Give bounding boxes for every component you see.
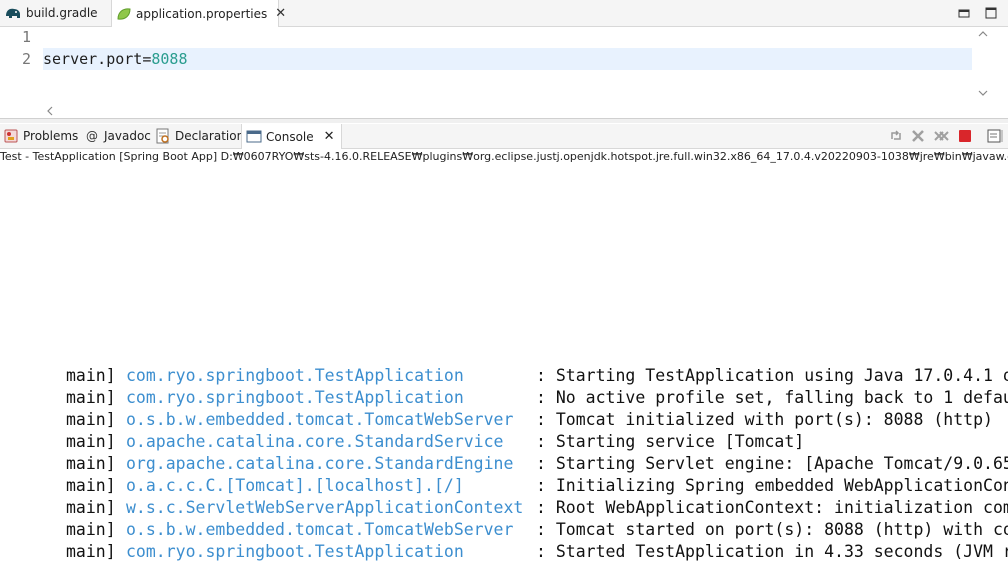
log-row: main] w.s.c.ServletWebServerApplicationCo… — [66, 497, 1008, 519]
tab-label: application.properties — [136, 6, 268, 21]
log-thread: main] — [66, 476, 116, 495]
log-message: : Root WebApplicationContext: initializa… — [536, 498, 1008, 517]
minimize-icon[interactable] — [958, 4, 970, 18]
log-thread: main] — [66, 366, 116, 385]
log-message: : Starting TestApplication using Java 17… — [536, 366, 1008, 385]
log-logger[interactable]: o.s.b.w.embedded.tomcat.TomcatWebServer — [126, 409, 513, 431]
remove-launch-icon[interactable] — [910, 128, 926, 144]
log-message: : Started TestApplication in 4.33 second… — [536, 542, 1008, 561]
log-logger[interactable]: com.ryo.springboot.TestApplication — [126, 365, 464, 387]
remove-all-launches-icon[interactable] — [933, 128, 949, 144]
close-tab-icon[interactable]: ✕ — [275, 6, 286, 21]
console-icon — [246, 129, 262, 145]
log-thread: main] — [66, 432, 116, 451]
tab-label: Problems — [23, 129, 79, 143]
line-number: 1 — [22, 28, 32, 46]
tab-label: Console — [266, 129, 314, 144]
log-message: : Initializing Spring embedded WebApplic… — [536, 476, 1008, 495]
log-row: main] o.s.b.w.embedded.tomcat.TomcatWebSe… — [66, 519, 1008, 541]
log-logger[interactable]: com.ryo.springboot.TestApplication — [126, 387, 464, 409]
log-row: main] o.apache.catalina.core.StandardServ… — [66, 431, 804, 453]
tab-console[interactable]: Console ✕ — [241, 124, 342, 149]
editor-horizontal-scrollbar[interactable] — [43, 103, 972, 117]
log-message: : Tomcat initialized with port(s): 8088 … — [536, 410, 993, 429]
tab-application-properties[interactable]: application.properties ✕ — [111, 0, 286, 27]
editor-tab-bar: build.gradle application.properties ✕ — [0, 0, 1008, 27]
terminate-icon[interactable] — [957, 128, 973, 144]
tab-problems[interactable]: Problems — [3, 124, 78, 148]
log-thread: main] — [66, 498, 116, 517]
tab-declaration[interactable]: Declaration — [155, 124, 244, 148]
log-logger[interactable]: o.a.c.c.C.[Tomcat].[localhost].[/] — [126, 475, 464, 497]
relaunch-icon[interactable] — [888, 128, 904, 144]
tab-label: Declaration — [175, 129, 245, 143]
log-logger[interactable]: com.ryo.springboot.TestApplication — [126, 541, 464, 563]
close-tab-icon[interactable]: ✕ — [324, 129, 335, 144]
editor-vertical-scrollbar[interactable] — [975, 27, 991, 101]
log-row: main] o.s.b.w.embedded.tomcat.TomcatWebSe… — [66, 409, 993, 431]
declaration-icon — [155, 128, 171, 144]
log-thread: main] — [66, 388, 116, 407]
spring-leaf-icon — [116, 7, 132, 21]
code-line-2[interactable]: server.port=8088 — [43, 50, 188, 68]
problems-icon — [3, 128, 19, 144]
log-thread: main] — [66, 542, 116, 561]
console-output[interactable]: main] com.ryo.springboot.TestApplication:… — [0, 165, 1008, 577]
log-logger[interactable]: org.apache.catalina.core.StandardEngine — [126, 453, 513, 475]
log-logger[interactable]: o.apache.catalina.core.StandardService — [126, 431, 504, 453]
console-options-icon[interactable] — [987, 128, 1003, 144]
view-tab-bar: Problems @ Javadoc Declaration Console ✕ — [0, 124, 1008, 149]
log-row: main] o.a.c.c.C.[Tomcat].[localhost].[/]:… — [66, 475, 1008, 497]
log-row: main] com.ryo.springboot.TestApplication:… — [66, 541, 1008, 563]
log-row: main] org.apache.catalina.core.StandardEn… — [66, 453, 1008, 475]
tab-label: Javadoc — [104, 129, 151, 143]
launch-path-label: Test - TestApplication [Spring Boot App]… — [0, 150, 1008, 163]
line-number: 2 — [22, 50, 32, 68]
maximize-icon[interactable] — [985, 4, 997, 19]
at-sign-icon: @ — [86, 129, 98, 143]
log-logger[interactable]: w.s.c.ServletWebServerApplicationContext — [126, 497, 523, 519]
log-message: : Starting Servlet engine: [Apache Tomca… — [536, 454, 1008, 473]
tab-build-gradle[interactable]: build.gradle — [0, 0, 108, 26]
log-row: main] com.ryo.springboot.TestApplication:… — [66, 365, 1008, 387]
log-thread: main] — [66, 410, 116, 429]
property-key: server.port= — [43, 50, 152, 68]
log-logger[interactable]: o.s.b.w.embedded.tomcat.TomcatWebServer — [126, 519, 513, 541]
properties-editor[interactable]: 1 2 server.port=8088 — [0, 27, 1008, 120]
tab-javadoc[interactable]: @ Javadoc — [84, 124, 151, 148]
log-row: main] com.ryo.springboot.TestApplication:… — [66, 387, 1008, 409]
log-thread: main] — [66, 520, 116, 539]
log-message: : No active profile set, falling back to… — [536, 388, 1008, 407]
log-thread: main] — [66, 454, 116, 473]
property-value: 8088 — [151, 50, 188, 68]
gradle-elephant-icon — [4, 6, 22, 20]
editor-separator — [0, 118, 1008, 123]
tab-label: build.gradle — [26, 6, 98, 20]
log-message: : Starting service [Tomcat] — [536, 432, 805, 451]
log-message: : Tomcat started on port(s): 8088 (http)… — [536, 520, 1008, 539]
